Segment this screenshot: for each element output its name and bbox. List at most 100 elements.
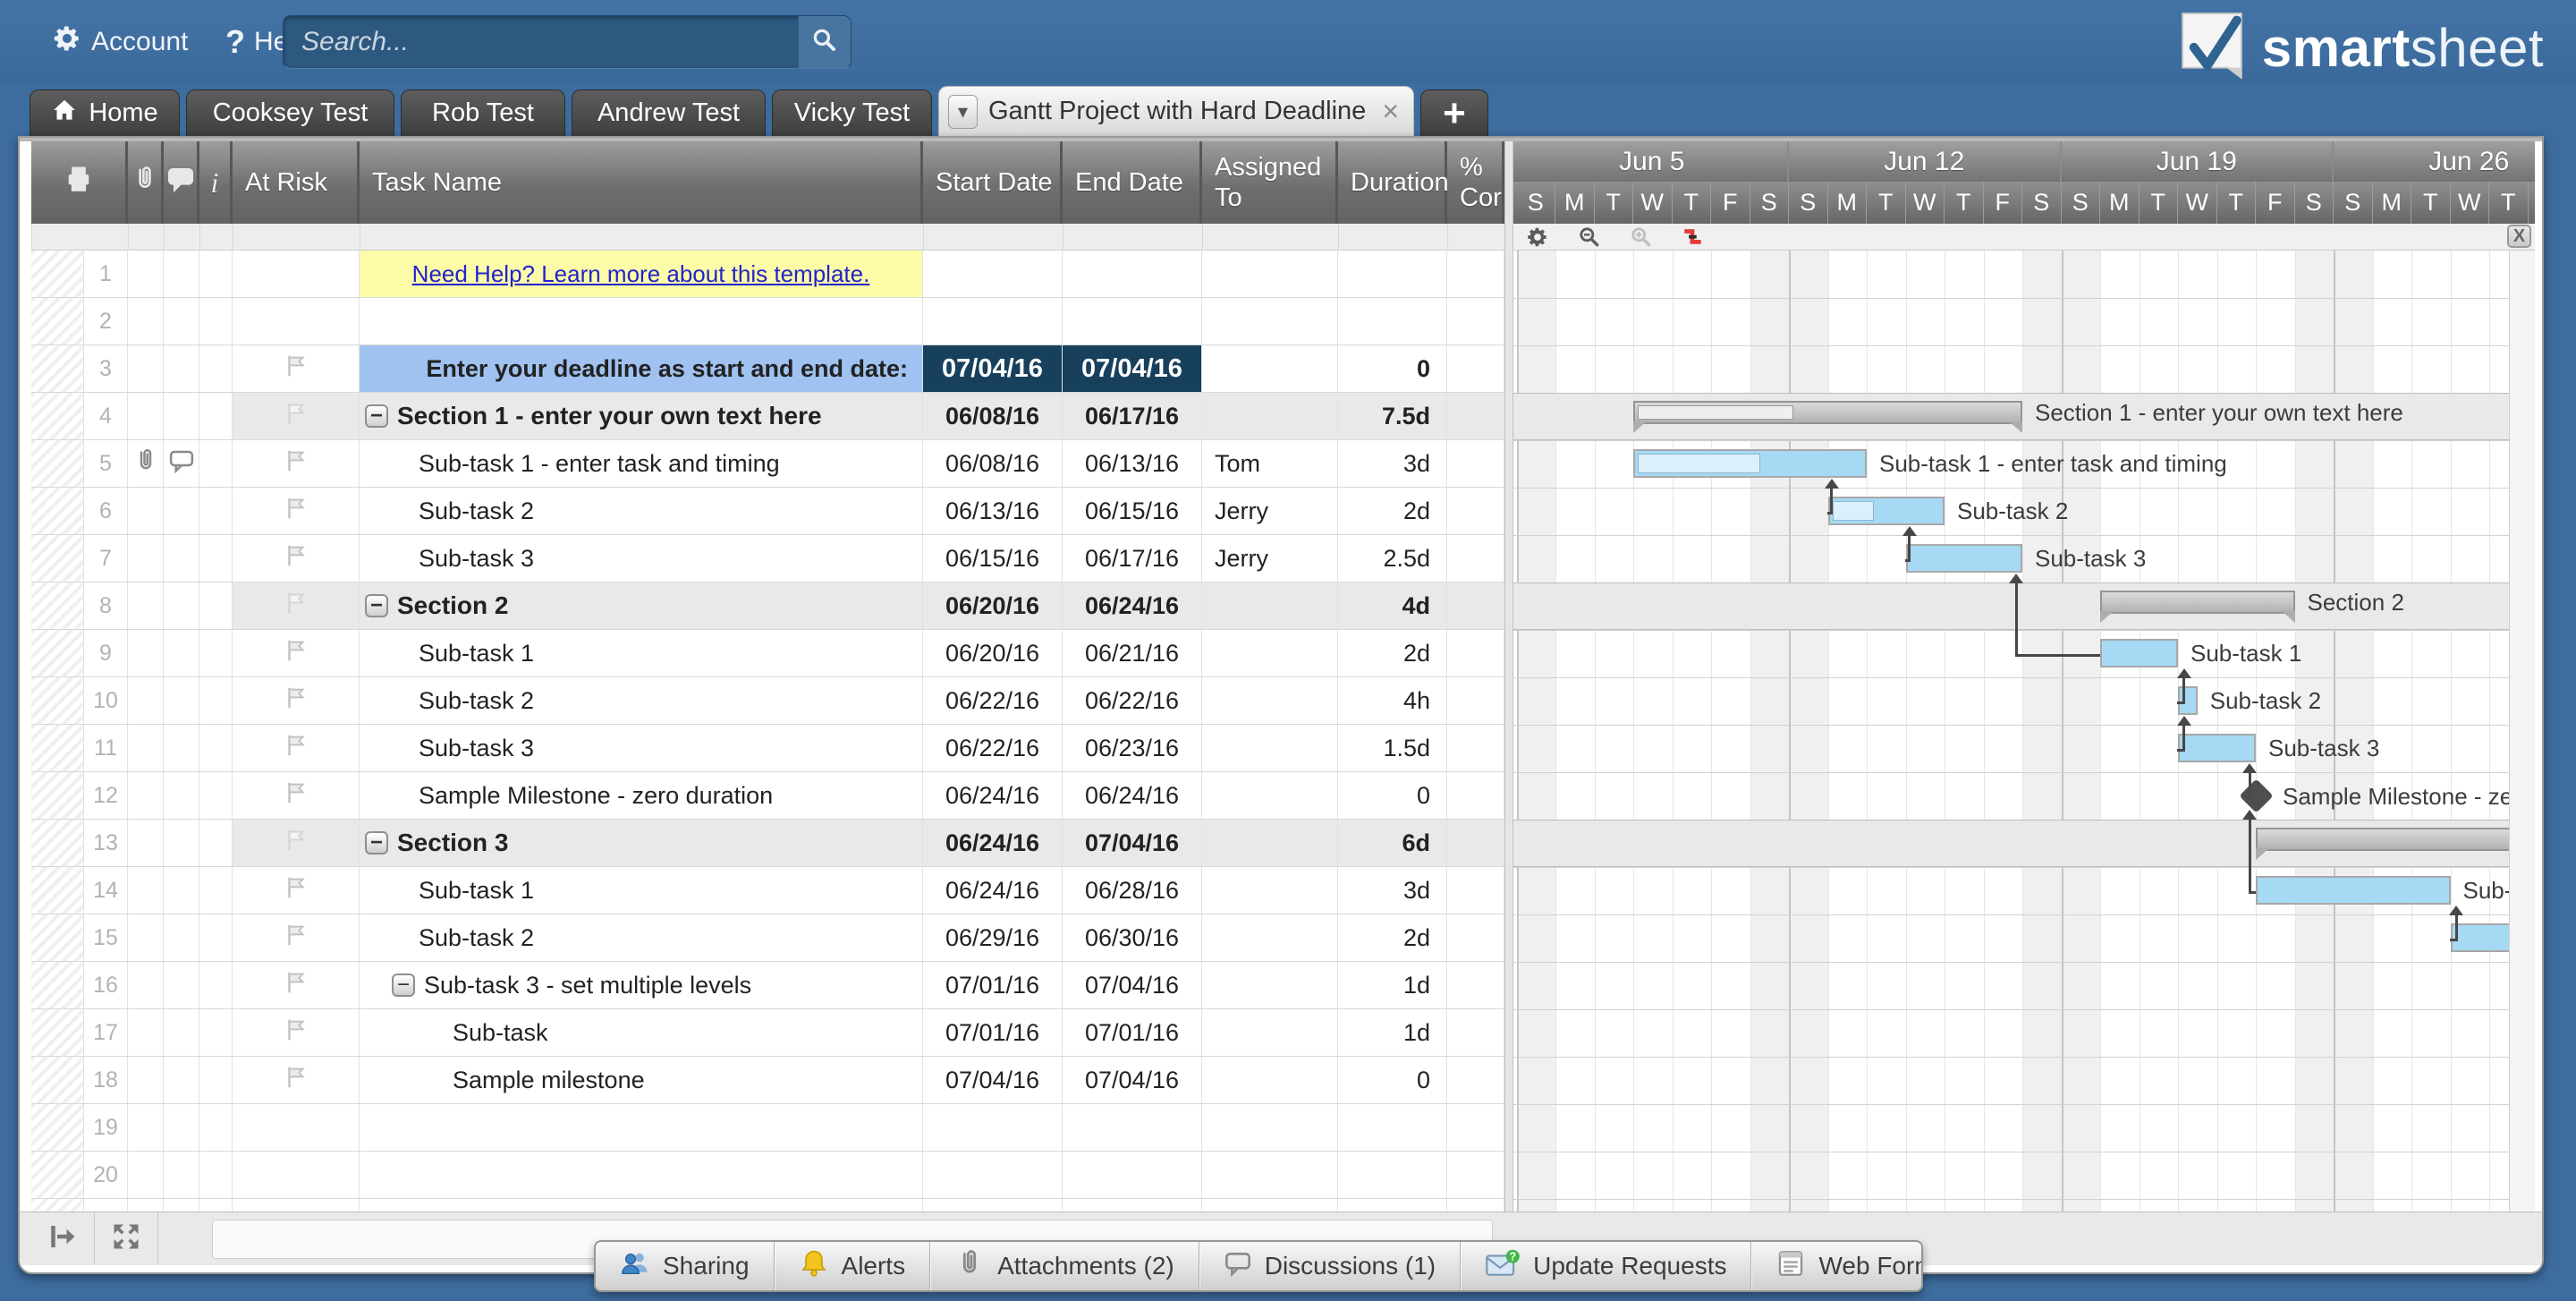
cell-assigned-to[interactable] [1202,630,1338,676]
cell-start-date[interactable]: 06/24/16 [923,820,1063,866]
cell-task-name[interactable]: Sub-task 1 [360,867,923,914]
cell-comment[interactable] [164,725,199,771]
cell-duration[interactable]: 0 [1338,772,1447,819]
new-tab-button[interactable]: + [1420,89,1488,136]
task-bar[interactable] [1905,544,2022,573]
cell-start-date[interactable]: 06/22/16 [923,725,1063,771]
cell-at-risk[interactable] [233,914,360,961]
cell-attachment[interactable] [128,251,164,297]
cell-task-name[interactable]: Sub-task 2 [360,677,923,724]
cell-duration[interactable]: 3d [1338,867,1447,914]
summary-bar[interactable] [2100,591,2295,614]
settings-gear-icon[interactable] [1522,225,1553,250]
cell-assigned-to[interactable] [1202,582,1338,629]
cell-end-date[interactable] [1063,1152,1202,1198]
at-risk-flag-icon[interactable] [283,400,309,433]
cell-task-name[interactable] [360,298,923,344]
cell-assigned-to[interactable] [1202,1057,1338,1103]
cell-assigned-to[interactable] [1202,298,1338,344]
cell-pct-complete[interactable] [1447,1104,1504,1151]
cell-task-name[interactable]: − Section 1 - enter your own text here [360,393,923,439]
cell-task-name[interactable]: − Section 2 [360,582,923,629]
at-risk-flag-icon[interactable] [283,542,309,575]
cell-row-number[interactable]: 2 [84,298,128,344]
cell-row-number[interactable]: 5 [84,440,128,487]
summary-bar[interactable] [1633,401,2022,424]
cell-at-risk[interactable] [233,1009,360,1056]
cell-at-risk[interactable] [233,867,360,914]
cell-comment[interactable] [164,962,199,1008]
cell-at-risk[interactable] [233,772,360,819]
cell-assigned-to[interactable] [1202,962,1338,1008]
cell-row-number[interactable]: 16 [84,962,128,1008]
footer-button-discussions-1-[interactable]: Discussions (1) [1199,1242,1462,1290]
task-bar[interactable] [1633,449,1867,478]
cell-assigned-to[interactable] [1202,345,1338,392]
footer-button-sharing[interactable]: Sharing [596,1242,775,1290]
cell-row-number[interactable]: 17 [84,1009,128,1056]
cell-end-date[interactable]: 06/23/16 [1063,725,1202,771]
cell-attachment[interactable] [128,630,164,676]
cell-comment[interactable] [164,1104,199,1151]
cell-start-date[interactable]: 06/29/16 [923,914,1063,961]
cell-assigned-to[interactable] [1202,820,1338,866]
column-header-task[interactable]: Task Name [360,141,923,224]
cell-end-date[interactable]: 06/15/16 [1063,488,1202,534]
cell-assigned-to[interactable]: Tom [1202,440,1338,487]
cell-at-risk[interactable] [233,630,360,676]
zoom-in-icon[interactable] [1626,225,1657,250]
cell-comment[interactable] [164,535,199,582]
footer-button-alerts[interactable]: Alerts [775,1242,931,1290]
cell-pct-complete[interactable] [1447,1009,1504,1056]
cell-assigned-to[interactable] [1202,251,1338,297]
cell-start-date[interactable]: 06/08/16 [923,393,1063,439]
help-link[interactable]: Need Help? Learn more about this templat… [412,260,870,288]
cell-comment[interactable] [164,488,199,534]
tab-close-icon[interactable]: × [1377,95,1404,128]
cell-end-date[interactable]: 06/28/16 [1063,867,1202,914]
cell-attachment[interactable] [128,867,164,914]
cell-pct-complete[interactable] [1447,677,1504,724]
cell-pct-complete[interactable] [1447,820,1504,866]
cell-start-date[interactable]: 06/24/16 [923,867,1063,914]
cell-at-risk[interactable] [233,725,360,771]
cell-row-number[interactable]: 11 [84,725,128,771]
cell-assigned-to[interactable] [1202,867,1338,914]
cell-pct-complete[interactable] [1447,298,1504,344]
footer-button-update-requests[interactable]: ? Update Requests [1461,1242,1752,1290]
cell-duration[interactable]: 7.5d [1338,393,1447,439]
cell-row-number[interactable]: 3 [84,345,128,392]
cell-attachment[interactable] [128,345,164,392]
cell-duration[interactable] [1338,1152,1447,1198]
cell-assigned-to[interactable]: Jerry [1202,535,1338,582]
at-risk-flag-icon[interactable] [283,969,309,1002]
cell-end-date[interactable]: 06/13/16 [1063,440,1202,487]
cell-attachment[interactable] [128,962,164,1008]
cell-comment[interactable] [164,582,199,629]
cell-comment[interactable] [164,345,199,392]
cell-at-risk[interactable] [233,1152,360,1198]
task-bar[interactable] [1827,497,1945,525]
collapse-button[interactable]: − [365,404,388,428]
cell-start-date[interactable] [923,251,1063,297]
cell-at-risk[interactable] [233,488,360,534]
at-risk-flag-icon[interactable] [283,1064,309,1097]
cell-at-risk[interactable] [233,535,360,582]
cell-at-risk[interactable] [233,1104,360,1151]
cell-start-date[interactable] [923,1152,1063,1198]
cell-duration[interactable] [1338,298,1447,344]
paperclip-icon[interactable] [132,447,159,480]
tab-rob-test[interactable]: Rob Test [401,89,565,136]
at-risk-flag-icon[interactable] [283,827,309,860]
cell-task-name[interactable]: Need Help? Learn more about this templat… [360,251,923,297]
column-header-start[interactable]: Start Date [923,141,1063,224]
cell-attachment[interactable] [128,820,164,866]
cell-at-risk[interactable] [233,1057,360,1103]
grid-gantt-splitter[interactable] [1504,141,1513,1265]
at-risk-flag-icon[interactable] [283,922,309,955]
cell-pct-complete[interactable] [1447,440,1504,487]
cell-attachment[interactable] [128,1057,164,1103]
cell-pct-complete[interactable] [1447,535,1504,582]
cell-start-date[interactable]: 06/20/16 [923,630,1063,676]
cell-row-number[interactable]: 7 [84,535,128,582]
